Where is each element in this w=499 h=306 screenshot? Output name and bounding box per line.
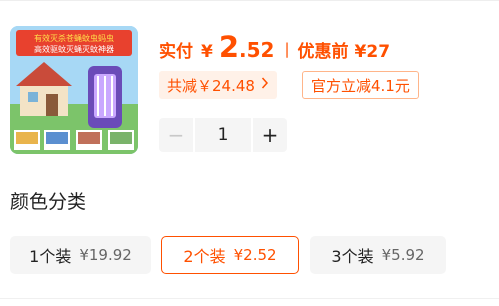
price-separator: |: [284, 40, 290, 58]
quantity-input[interactable]: 1: [195, 118, 251, 152]
paid-currency: ¥: [201, 42, 213, 62]
option-3-pack[interactable]: 3个装 ¥5.92: [310, 236, 446, 274]
original-price-value: 27: [366, 42, 391, 62]
product-image-graphic: 有效灭杀苍蝇蚊虫蚂虫 高效驱蚊灭蝇灭蚊神器: [10, 26, 138, 154]
paid-price-integer: 2: [218, 30, 240, 64]
paid-price-decimal: .52: [239, 38, 275, 62]
option-price: ¥2.52: [233, 246, 277, 264]
option-1-pack[interactable]: 1个装 ¥19.92: [10, 236, 151, 274]
total-saved-text: 共减￥24.48: [167, 76, 255, 95]
chevron-right-icon: [261, 77, 269, 93]
bottom-divider: [0, 298, 499, 299]
options-section-title: 颜色分类: [10, 191, 87, 213]
top-divider: [0, 0, 499, 1]
decrease-button[interactable]: −: [159, 118, 193, 152]
original-price-label: 优惠前: [297, 42, 349, 62]
increase-button[interactable]: +: [253, 118, 287, 152]
option-2-pack[interactable]: 2个装 ¥2.52: [161, 236, 299, 274]
option-label: 2个装: [183, 247, 226, 266]
banner-line-2: 高效驱蚊灭蝇灭蚊神器: [34, 44, 114, 54]
option-label: 3个装: [331, 247, 374, 266]
paid-label: 实付: [159, 42, 193, 62]
quantity-stepper: − 1 +: [159, 118, 287, 152]
option-label: 1个装: [29, 247, 72, 266]
original-currency: ¥: [354, 42, 367, 62]
option-price: ¥19.92: [79, 246, 132, 264]
product-image[interactable]: 有效灭杀苍蝇蚊虫蚂虫 高效驱蚊灭蝇灭蚊神器: [10, 26, 138, 154]
official-discount-tag: 官方立减4.1元: [302, 71, 419, 99]
official-discount-text: 官方立减4.1元: [311, 76, 410, 95]
price-row: 实付 ¥ 2 .52 | 优惠前 ¥ 27: [159, 30, 390, 66]
banner-line-1: 有效灭杀苍蝇蚊虫蚂虫: [34, 33, 114, 43]
total-saved-tag[interactable]: 共减￥24.48: [159, 71, 277, 99]
option-price: ¥5.92: [381, 246, 425, 264]
